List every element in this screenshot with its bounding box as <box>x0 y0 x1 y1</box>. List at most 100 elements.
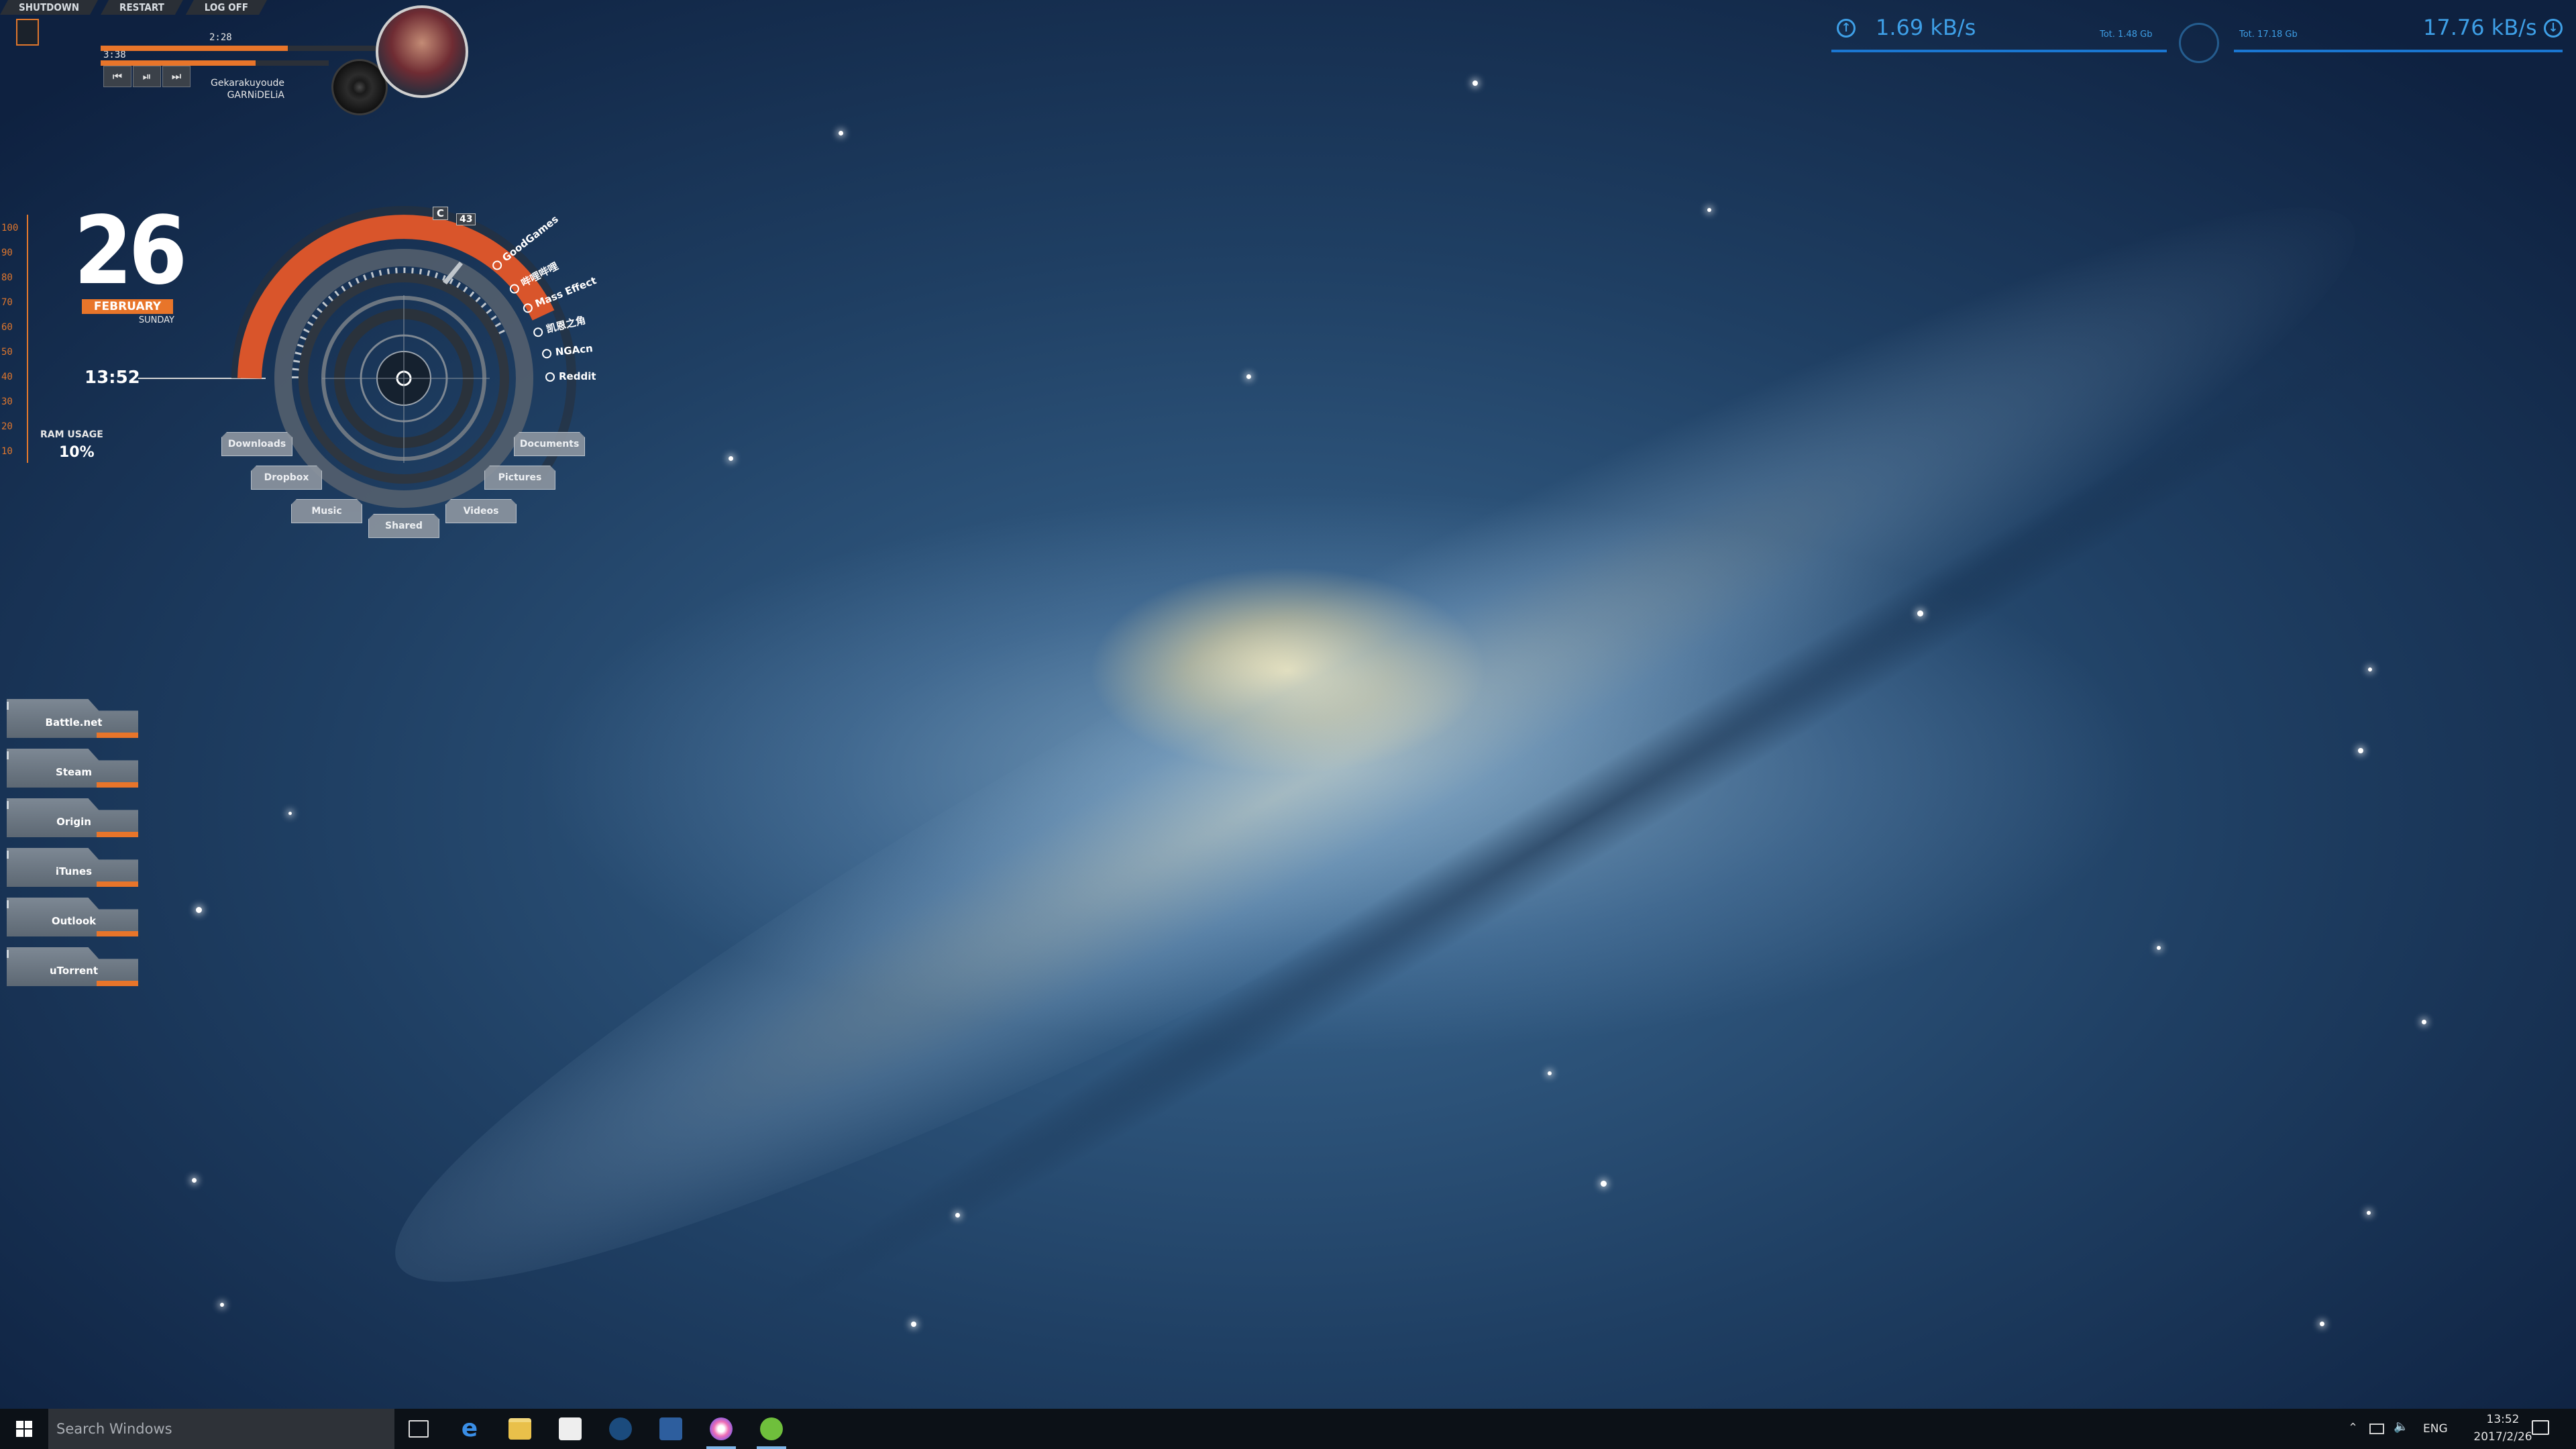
star <box>1548 1071 1552 1075</box>
visual-studio-icon[interactable] <box>651 1413 691 1445</box>
star <box>839 131 843 136</box>
download-total: Tot. 17.18 Gb <box>2239 30 2298 40</box>
file-explorer-icon[interactable] <box>500 1413 540 1445</box>
scale-label: 90 <box>1 248 13 258</box>
launcher-tick <box>7 702 9 710</box>
start-button[interactable] <box>0 1409 48 1449</box>
date-weekday: SUNDAY <box>138 315 174 325</box>
hud-rings <box>231 206 576 551</box>
network-globe-icon <box>2179 23 2219 63</box>
scale-label: 50 <box>1 347 13 358</box>
star <box>1917 610 1923 616</box>
hud-counter: 43 <box>456 213 476 225</box>
launcher-tick <box>7 851 9 859</box>
launcher-label: Outlook <box>51 915 97 927</box>
track-artist: GARNiDELiA <box>227 90 284 101</box>
link-dot-icon <box>541 348 552 359</box>
windows-logo-icon <box>16 1430 23 1437</box>
action-center-icon[interactable] <box>2532 1420 2549 1435</box>
progress-fill <box>101 46 288 51</box>
link-reddit[interactable]: Reddit <box>545 370 596 382</box>
progress-fill <box>101 60 256 66</box>
date-month: FEBRUARY <box>82 299 173 314</box>
progress-bar-lower[interactable] <box>101 60 329 66</box>
download-arrow-icon: ↓ <box>2544 19 2563 38</box>
star <box>192 1178 197 1183</box>
link-dot-icon <box>545 372 555 382</box>
star <box>196 907 202 913</box>
track-title: Gekarakuyoude <box>210 78 284 89</box>
itunes-icon[interactable] <box>701 1413 741 1449</box>
edge-glyph: e <box>461 1415 478 1442</box>
scale-label: 40 <box>1 372 13 382</box>
launcher-tick <box>7 900 9 908</box>
ram-usage-label: RAM USAGE <box>40 429 103 440</box>
star <box>729 456 733 461</box>
star <box>1246 374 1251 379</box>
launcher-label: uTorrent <box>49 965 99 977</box>
clock-time: 13:52 <box>85 368 140 388</box>
folder-music[interactable]: Music <box>291 499 362 523</box>
star <box>911 1322 916 1327</box>
progress-bar-upper[interactable] <box>101 46 376 51</box>
download-speed: 17.76 kB/s <box>2423 15 2537 40</box>
utorrent-icon[interactable] <box>751 1413 792 1449</box>
folder-videos[interactable]: Videos <box>445 499 517 523</box>
show-hidden-icons-chevron-icon[interactable]: ⌃ <box>2348 1421 2358 1435</box>
star <box>2157 946 2161 950</box>
taskbar-time[interactable]: 13:52 <box>2473 1413 2533 1426</box>
volume-icon[interactable]: 🔈 <box>2394 1419 2408 1434</box>
task-view-icon[interactable] <box>398 1413 439 1445</box>
album-art <box>376 5 468 98</box>
store-icon[interactable] <box>550 1413 590 1445</box>
ram-usage-value: 10% <box>59 444 95 461</box>
user-icon[interactable] <box>16 19 39 46</box>
folder-downloads[interactable]: Downloads <box>221 432 292 456</box>
vs-glyph <box>659 1417 682 1440</box>
language-indicator[interactable]: ENG <box>2423 1422 2448 1436</box>
upload-graph-line <box>1831 50 2167 52</box>
windows-logo-icon <box>25 1430 32 1437</box>
store-glyph <box>559 1417 582 1440</box>
scale-label: 20 <box>1 421 13 432</box>
star <box>2358 748 2363 753</box>
scale-label: 80 <box>1 272 13 283</box>
upload-speed: 1.69 kB/s <box>1876 15 1976 40</box>
folder-pictures[interactable]: Pictures <box>484 466 555 490</box>
star <box>2320 1322 2324 1326</box>
launcher-tick <box>7 751 9 759</box>
folder-documents[interactable]: Documents <box>514 432 585 456</box>
star <box>220 1303 224 1307</box>
scale-label: 10 <box>1 446 13 457</box>
previous-track-button[interactable]: ⏮ <box>103 66 131 87</box>
folder-shared[interactable]: Shared <box>368 514 439 538</box>
utorrent-glyph <box>760 1417 783 1440</box>
scale-label: 70 <box>1 297 13 308</box>
search-input[interactable]: Search Windows <box>48 1409 394 1449</box>
star <box>955 1213 960 1218</box>
network-icon[interactable] <box>2369 1424 2384 1434</box>
star <box>288 812 292 815</box>
launcher-label: Steam <box>56 766 92 778</box>
steam-icon[interactable] <box>600 1413 641 1445</box>
upload-total: Tot. 1.48 Gb <box>2100 30 2153 40</box>
drive-c-indicator[interactable]: C <box>433 207 449 220</box>
itunes-glyph <box>710 1417 733 1440</box>
star <box>2368 667 2372 672</box>
folder-glyph <box>508 1418 531 1440</box>
taskbar: Search Windows e ⌃ 🔈 ENG 13:52 2017/2/26 <box>0 1409 2576 1449</box>
edge-browser-icon[interactable]: e <box>449 1413 490 1445</box>
track-duration: 3:38 <box>103 50 126 60</box>
link-label: Reddit <box>559 370 596 382</box>
star <box>1707 208 1711 212</box>
folder-dropbox[interactable]: Dropbox <box>251 466 322 490</box>
star <box>1472 80 1478 86</box>
task-view-glyph <box>409 1420 429 1438</box>
music-player: 2:28 3:38 ⏮ ⏯ ⏭ Gekarakuyoude GARNiDELiA <box>94 0 476 127</box>
cpu-scale: 100 90 80 70 60 50 40 30 20 10 <box>0 215 28 463</box>
elapsed-time: 2:28 <box>209 32 232 43</box>
launcher-label: iTunes <box>55 865 93 877</box>
windows-logo-icon <box>16 1421 23 1428</box>
launcher-tick <box>7 950 9 958</box>
shutdown-button[interactable]: SHUTDOWN <box>0 0 98 15</box>
